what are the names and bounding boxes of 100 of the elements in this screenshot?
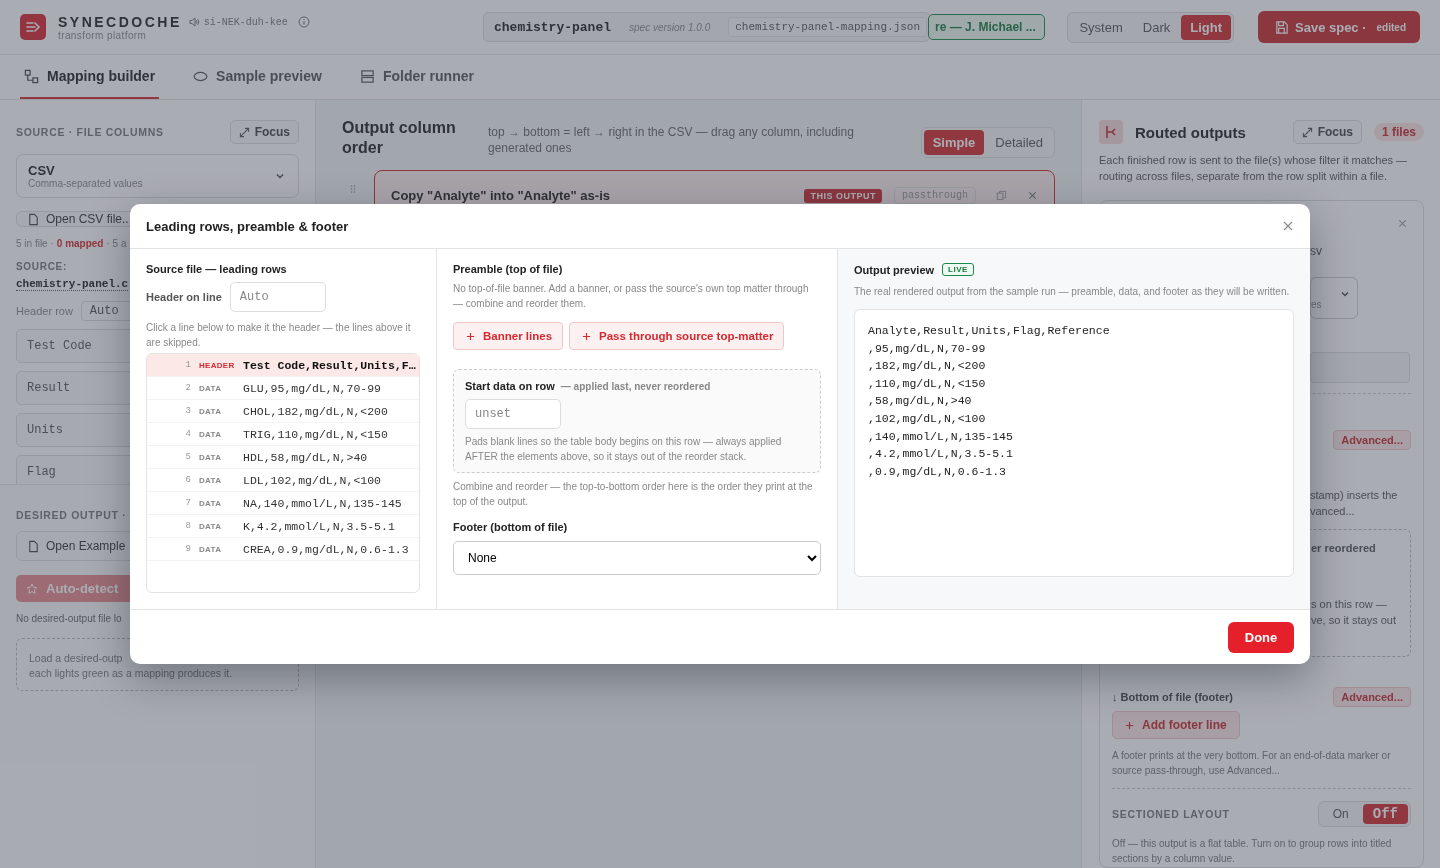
- line-text: CHOL,182,mg/dL,N,<200: [243, 404, 388, 418]
- line-type-tag: HEADER: [191, 360, 243, 370]
- header-line-field[interactable]: Auto: [229, 282, 326, 312]
- footer-heading: Footer (bottom of file): [453, 521, 569, 533]
- line-type-tag: DATA: [191, 429, 243, 439]
- line-type-tag: DATA: [191, 475, 243, 485]
- view-tab[interactable]: Sample preview: [189, 55, 326, 99]
- header-line-label: Header on line: [146, 291, 222, 303]
- line-type-tag: DATA: [191, 544, 243, 554]
- start-row-description: Pads blank lines so the table body begins on this row — always applied AFTER the elements above, so it stays out of the reorder stack.: [465, 435, 783, 464]
- line-number: 8: [184, 521, 191, 531]
- source-line[interactable]: 2 DATA GLU,95,mg/dL,N,70-99: [147, 377, 419, 400]
- section-heading: SECTIONED LAYOUT: [1112, 808, 1230, 820]
- expand-icon: [238, 126, 250, 138]
- start-row-title: Start data on row: [465, 380, 555, 392]
- live-badge: LIVE: [942, 263, 974, 276]
- logo-icon: [20, 14, 46, 40]
- source-file-link[interactable]: chemistry-panel.c: [16, 278, 129, 291]
- file-count-badge: 1 files: [1373, 123, 1424, 141]
- plus-icon: [466, 331, 475, 341]
- source-line[interactable]: 5 DATA HDL,58,mg/dL,N,>40: [147, 446, 419, 469]
- focus-button[interactable]: Focus: [229, 120, 299, 144]
- close-icon[interactable]: [1282, 220, 1294, 232]
- line-text: NA,140,mmol/L,N,135-145: [243, 496, 402, 510]
- footer-label: ↓ Bottom of file (footer): [1112, 691, 1233, 703]
- line-type-tag: DATA: [191, 383, 243, 393]
- line-number: 2: [184, 383, 191, 393]
- focus-button[interactable]: Focus: [1292, 120, 1362, 144]
- speaker-icon[interactable]: [187, 16, 200, 28]
- mapped-count-text: 0 mapped: [56, 238, 104, 249]
- plus-icon: [582, 331, 592, 341]
- source-line[interactable]: 6 DATA LDL,102,mg/dL,N,<100: [147, 469, 419, 492]
- copy-icon[interactable]: [996, 190, 1007, 201]
- view-tab[interactable]: Folder runner: [355, 55, 478, 99]
- diagram-icon: [24, 68, 39, 84]
- line-text: Test Code,Result,Units,F…: [243, 358, 416, 372]
- save-spec-button[interactable]: Save spec · edited: [1258, 11, 1420, 43]
- layout-option[interactable]: On: [1320, 804, 1361, 824]
- drag-handle-icon[interactable]: [350, 184, 356, 194]
- line-number: 9: [184, 544, 191, 554]
- line-text: LDL,102,mg/dL,N,<100: [243, 473, 382, 487]
- file-icon: [27, 539, 40, 553]
- line-number: 6: [184, 475, 191, 485]
- footer-select[interactable]: None: [453, 541, 821, 575]
- preview-line: ,140,mmol/L,N,135-145: [868, 428, 1014, 445]
- file-icon: [27, 212, 40, 226]
- view-tab[interactable]: Mapping builder: [20, 55, 160, 99]
- add-preamble-button[interactable]: Banner lines: [453, 322, 564, 350]
- format-dropdown[interactable]: CSV Comma-separated values: [16, 154, 299, 198]
- layout-option[interactable]: Off: [1362, 804, 1408, 824]
- section-heading: SOURCE · FILE COLUMNS: [16, 126, 164, 138]
- preview-line: ,58,mg/dL,N,>40: [868, 393, 973, 410]
- start-row-note: — applied last, never reordered: [560, 381, 711, 392]
- save-label: Save spec ·: [1295, 19, 1367, 35]
- source-line[interactable]: 9 DATA CREA,0.9,mg/dL,N,0.6-1.3: [147, 538, 419, 561]
- dialog-title: Leading rows, preamble & footer: [146, 218, 349, 234]
- expand-icon: [1301, 126, 1313, 138]
- sectioned-note: Off — this output is a flat table. Turn on to group rows into titled sections by a column value.: [1112, 837, 1393, 866]
- output-badge: THIS OUTPUT: [804, 188, 882, 203]
- view-mode-option[interactable]: Detailed: [986, 130, 1052, 155]
- app-tagline: transform platform: [58, 29, 148, 41]
- done-button[interactable]: Done: [1228, 621, 1294, 653]
- rule-title: Copy "Analyte" into "Analyte" as-is: [391, 188, 610, 203]
- footer-note: A footer prints at the very bottom. For an end-of-data marker or source pass-through, use Advanced...: [1112, 749, 1392, 778]
- theme-option[interactable]: Dark: [1133, 14, 1180, 40]
- author-badge: re — J. Michael ...: [928, 14, 1045, 40]
- source-line[interactable]: 3 DATA CHOL,182,mg/dL,N,<200: [147, 400, 419, 423]
- preview-line: ,182,mg/dL,N,<200: [868, 358, 987, 375]
- section-title: Routed outputs: [1135, 123, 1246, 141]
- close-icon[interactable]: [1397, 218, 1408, 229]
- filter-field[interactable]: [1310, 352, 1410, 383]
- advanced-button[interactable]: Advanced...: [1333, 687, 1411, 707]
- source-line[interactable]: 8 DATA K,4.2,mmol/L,N,3.5-5.1: [147, 515, 419, 538]
- theme-option[interactable]: Light: [1181, 14, 1231, 40]
- preamble-description: No top-of-file banner. Add a banner, or pass the source's own top matter through — combine and reorder them.: [453, 282, 810, 311]
- source-line[interactable]: 7 DATA NA,140,mmol/L,N,135-145: [147, 492, 419, 515]
- add-preamble-button[interactable]: Pass through source top-matter: [569, 322, 785, 350]
- spec-selector[interactable]: chemistry-panel spec version 1.0.0 chemistry-panel-mapping.json: [483, 12, 931, 42]
- hint-text: each lights green as a mapping produces it.: [29, 666, 234, 681]
- hint-text: Load a desired-outp: [29, 651, 124, 666]
- preview-line: ,102,mg/dL,N,<100: [868, 410, 987, 427]
- start-row-field[interactable]: unset: [465, 399, 561, 429]
- source-line[interactable]: 4 DATA TRIG,110,mg/dL,N,<150: [147, 423, 419, 446]
- star-icon: [26, 582, 38, 595]
- theme-option[interactable]: System: [1070, 14, 1132, 40]
- line-number: 4: [184, 429, 191, 439]
- preamble-note-text: stamp) inserts the: [1310, 488, 1398, 503]
- info-icon[interactable]: [297, 16, 310, 28]
- file-name-text: sv: [1310, 243, 1322, 259]
- edited-status: edited: [1376, 21, 1406, 33]
- advanced-button[interactable]: Advanced...: [1333, 430, 1411, 450]
- close-icon[interactable]: [1027, 190, 1038, 201]
- line-type-tag: DATA: [191, 406, 243, 416]
- view-mode-option[interactable]: Simple: [923, 130, 985, 155]
- line-number: 7: [184, 498, 191, 508]
- line-type-tag: DATA: [191, 498, 243, 508]
- preview-description: The real rendered output from the sample run — preamble, data, and footer as they will be written.: [854, 285, 1291, 299]
- line-type-tag: DATA: [191, 521, 243, 531]
- add-footer-button[interactable]: Add footer line: [1112, 711, 1240, 739]
- preview-line: Analyte,Result,Units,Flag,Reference: [868, 323, 1111, 339]
